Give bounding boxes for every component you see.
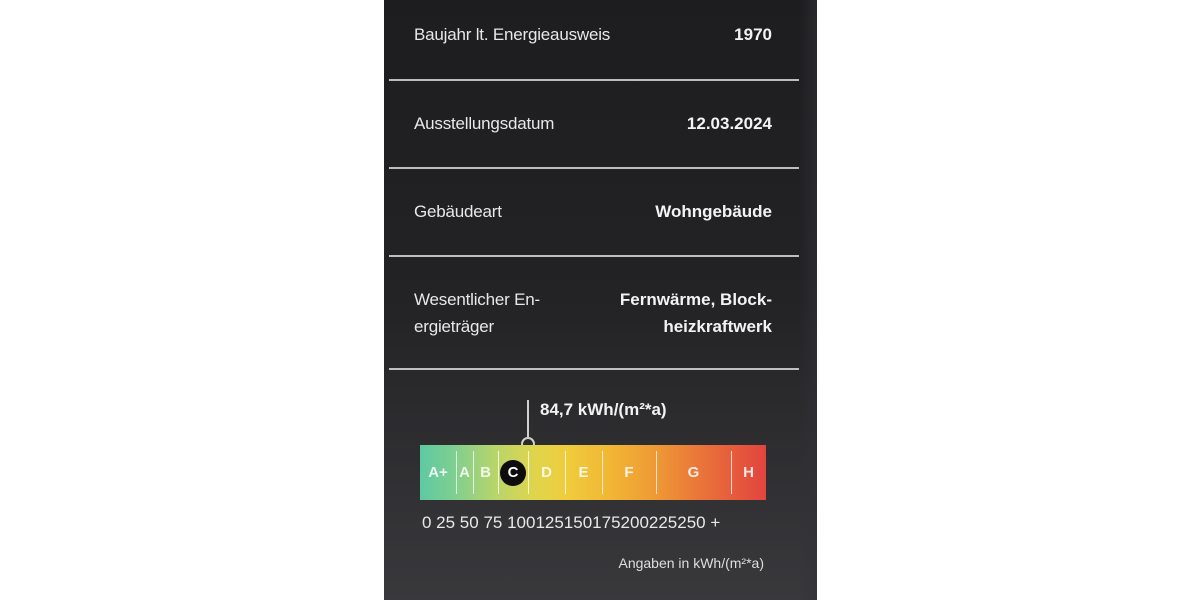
gebaeudeart-label: Gebäudeart (414, 202, 502, 221)
class-separator (456, 451, 457, 494)
value-pointer-line (527, 400, 529, 440)
ausstellungsdatum-label: Ausstellungsdatum (414, 114, 555, 133)
class-separator (602, 451, 603, 494)
class-separator (656, 451, 657, 494)
energietraeger-value-line2: heizkraftwerk (663, 317, 772, 336)
class-separator (473, 451, 474, 494)
divider (389, 368, 799, 370)
class-separator (528, 451, 529, 494)
energy-class-scale: A+ A B C D E F G H (420, 445, 766, 500)
energy-class-h: H (743, 464, 754, 481)
energy-class-g: G (687, 464, 700, 481)
current-class-marker: C (500, 460, 526, 486)
energy-class-d: D (541, 464, 552, 481)
energy-value-label: 84,7 kWh/(m²*a) (540, 400, 667, 419)
gebaeudeart-value: Wohngebäude (655, 202, 772, 221)
divider (389, 79, 799, 81)
energy-class-a: A (459, 464, 470, 481)
energy-class-e: E (578, 464, 589, 481)
energietraeger-value-line1: Fernwärme, Block- (619, 290, 772, 309)
scale-tick-labels: 0 25 50 75 100125150175200225250 + (422, 513, 721, 532)
screen-edge (799, 0, 817, 600)
energietraeger-label-line1: Wesentlicher En- (414, 290, 540, 309)
energy-certificate-panel: Baujahr lt. Energieausweis 1970 Ausstell… (384, 0, 817, 600)
unit-note: Angaben in kWh/(m²*a) (618, 555, 764, 571)
energy-class-a-plus: A+ (428, 464, 448, 481)
class-separator (731, 451, 732, 494)
baujahr-label: Baujahr lt. Energieausweis (414, 25, 611, 44)
energietraeger-label-line2: ergieträger (414, 317, 495, 336)
energy-class-b: B (480, 464, 491, 481)
energy-class-f: F (624, 464, 634, 481)
baujahr-value: 1970 (734, 25, 772, 44)
energy-class-c: C (498, 445, 528, 500)
divider (389, 167, 799, 169)
class-separator (565, 451, 566, 494)
divider (389, 255, 799, 257)
class-separator (498, 451, 499, 494)
ausstellungsdatum-value: 12.03.2024 (686, 114, 772, 133)
